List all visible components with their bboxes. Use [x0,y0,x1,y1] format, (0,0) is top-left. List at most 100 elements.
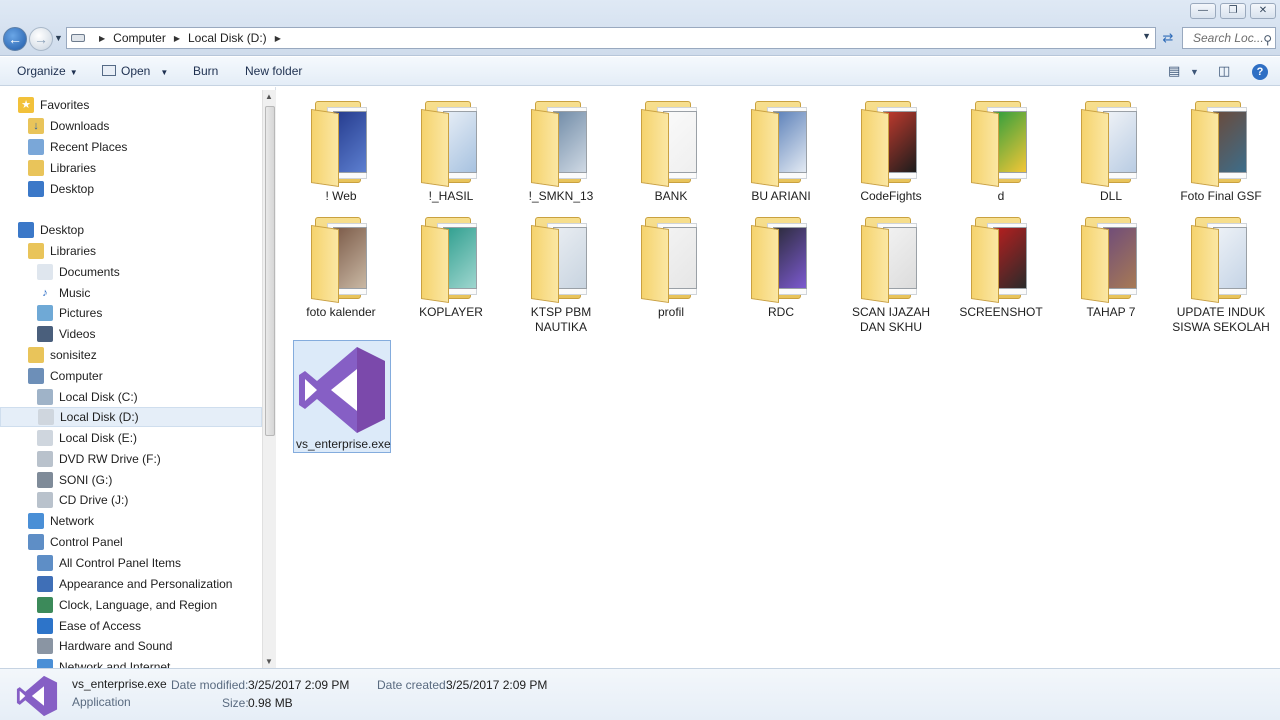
search-input[interactable]: Search Loc... ⚲ [1182,27,1276,49]
folder-smkn-13[interactable]: !_SMKN_13 [506,89,616,205]
address-dropdown-icon[interactable]: ▼ [1142,31,1151,41]
help-icon[interactable]: ? [1252,64,1268,80]
folder-label-line: SCREENSHOT [959,305,1043,319]
scroll-thumb[interactable] [265,106,275,436]
nav-item-sonisitez[interactable]: sonisitez [28,345,97,365]
folder-foto-final-gsf[interactable]: Foto Final GSF [1166,89,1276,205]
folder-bank[interactable]: BANK [616,89,726,205]
nav-item-ease-of-access[interactable]: Ease of Access [37,616,141,636]
nav-item-local-disk-d[interactable]: Local Disk (D:) [0,407,262,427]
nav-item-appearance-and-personalization[interactable]: Appearance and Personalization [37,574,232,594]
folder-bu-ariani[interactable]: BU ARIANI [726,89,836,205]
forward-button[interactable]: → [29,27,53,51]
open-button[interactable]: Open ▼ [102,64,168,78]
close-button[interactable]: ✕ [1250,3,1276,19]
folder-koplayer[interactable]: KOPLAYER [396,205,506,321]
control-panel-icon [37,555,53,571]
breadcrumb-arrow-icon[interactable]: ▶ [275,34,281,43]
nav-item-label: Appearance and Personalization [59,577,233,591]
nav-item-libraries[interactable]: Libraries [28,241,96,261]
change-view-icon[interactable]: ▤ [1168,63,1180,79]
organize-button[interactable]: Organize ▼ [17,64,78,78]
back-button[interactable]: ← [3,27,27,51]
nav-item-cd-drive-j[interactable]: CD Drive (J:) [37,490,128,510]
refresh-button[interactable]: ⇄ [1158,28,1178,48]
nav-item-dvd-rw-drive-f[interactable]: DVD RW Drive (F:) [37,449,161,469]
nav-item-desktop[interactable]: Desktop [28,179,94,199]
folder-icon-part [971,109,999,187]
folder-label-line: RDC [768,305,794,319]
folder-label-line: UPDATE INDUK [1176,305,1266,319]
folder-ktsp-pbm-nautika[interactable]: KTSP PBM NAUTIKA [506,205,616,334]
folder-label-line: SISWA SEKOLAH [1172,320,1270,334]
nav-item-downloads[interactable]: ↓ Downloads [28,116,109,136]
nav-item-network[interactable]: Network [28,511,94,531]
nav-item-local-disk-c[interactable]: Local Disk (C:) [37,387,138,407]
breadcrumb-local-disk-d[interactable]: Local Disk (D:) [188,31,267,45]
folder-tahap-7[interactable]: TAHAP 7 [1056,205,1166,321]
nav-item-label: Desktop [50,182,95,196]
maximize-button[interactable]: ❐ [1220,3,1246,19]
nav-item-local-disk-e[interactable]: Local Disk (E:) [37,428,137,448]
preview-pane-icon[interactable]: ◫ [1218,63,1230,79]
recent-pages-dropdown[interactable]: ▼ [54,33,63,43]
nav-item-computer[interactable]: Computer [28,366,103,386]
scroll-down-icon[interactable]: ▼ [265,657,273,666]
nav-item-videos[interactable]: Videos [37,324,95,344]
nav-item-all-control-panel-items[interactable]: All Control Panel Items [37,553,181,573]
folder-rdc[interactable]: RDC [726,205,836,321]
folder-profil[interactable]: profil [616,205,726,321]
folder-hasil[interactable]: !_HASIL [396,89,506,205]
nav-item-music[interactable]: ♪ Music [37,283,90,303]
nav-item-pictures[interactable]: Pictures [37,303,102,323]
date-modified-value: 3/25/2017 2:09 PM [248,678,350,692]
view-options-chevron-icon[interactable]: ▼ [1190,67,1199,77]
new-folder-button[interactable]: New folder [245,64,302,78]
breadcrumb-arrow-icon[interactable]: ▶ [99,34,105,43]
folder-label-line: BANK [654,189,688,203]
minimize-button[interactable]: — [1190,3,1216,19]
folder-update-induk-siswa-sekolah[interactable]: UPDATE INDUK SISWA SEKOLAH [1166,205,1276,334]
size-label: Size: [222,696,249,710]
folder-icon [1079,97,1143,187]
nav-item-network-and-internet[interactable]: Network and Internet [37,657,170,668]
organize-label: Organize [17,64,66,78]
folder-d[interactable]: d [946,89,1056,205]
folder-web[interactable]: ! Web [286,89,396,205]
nav-item-documents[interactable]: Documents [37,262,120,282]
folder-foto-kalender[interactable]: foto kalender [286,205,396,321]
folder-scan-ijazah-dan-skhu[interactable]: SCAN IJAZAH DAN SKHU [836,205,946,334]
file-vs-enterprise[interactable]: vs_enterprise.exe [293,340,391,453]
search-placeholder: Search Loc... [1193,31,1264,45]
folder-codefights[interactable]: CodeFights [836,89,946,205]
folder-icon-part [421,109,449,187]
nav-item-control-panel[interactable]: Control Panel [28,532,123,552]
folder-label: profil [616,305,726,320]
folder-label: UPDATE INDUK SISWA SEKOLAH [1166,305,1276,335]
nav-item-libraries[interactable]: Libraries [28,158,96,178]
scroll-up-icon[interactable]: ▲ [265,92,273,101]
nav-item-soni-g[interactable]: SONI (G:) [37,470,112,490]
folder-label-line: !_SMKN_13 [528,189,594,203]
desktop-icon [18,222,34,238]
nav-item-recent-places[interactable]: Recent Places [28,137,127,157]
search-icon[interactable]: ⚲ [1263,30,1272,48]
folder-dll[interactable]: DLL [1056,89,1166,205]
nav-scrollbar[interactable]: ▲ ▼ [262,90,276,668]
folder-icon [749,213,813,303]
address-bar[interactable]: ▶ Computer ▶ Local Disk (D:) ▶ ▼ [66,27,1156,49]
folder-screenshot[interactable]: SCREENSHOT [946,205,1056,321]
nav-item-desktop[interactable]: Desktop [18,220,84,240]
nav-item-label: Hardware and Sound [59,639,173,653]
nav-item-label: Local Disk (D:) [60,410,139,424]
burn-button[interactable]: Burn [193,64,218,78]
breadcrumb-arrow-icon[interactable]: ▶ [174,34,180,43]
breadcrumb-computer[interactable]: Computer [113,31,166,45]
folder-label-line: Foto Final GSF [1180,189,1262,203]
nav-item-clock-language-and-region[interactable]: Clock, Language, and Region [37,595,217,615]
folder-icon [859,97,923,187]
nav-item-favorites[interactable]: ★ Favorites [18,95,89,115]
folder-label-line: DLL [1099,189,1122,203]
nav-item-label: Downloads [50,119,110,133]
nav-item-hardware-and-sound[interactable]: Hardware and Sound [37,636,172,656]
